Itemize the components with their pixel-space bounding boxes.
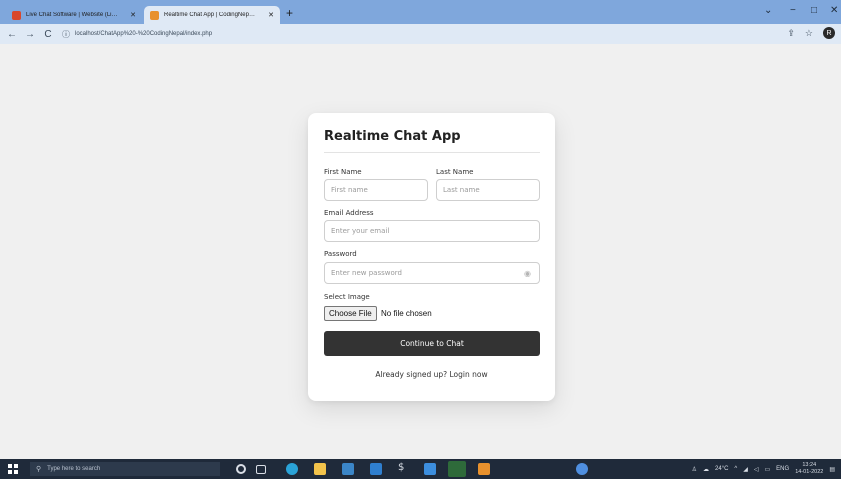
first-name-label: First Name xyxy=(324,168,362,176)
livechat-favicon-icon xyxy=(12,10,21,20)
clock-time: 13:24 xyxy=(802,462,817,468)
close-window-button[interactable]: ✕ xyxy=(830,5,838,16)
tab-close-icon[interactable]: ✕ xyxy=(130,11,136,19)
weather-cloud-icon: ☁ xyxy=(703,466,710,473)
battery-icon[interactable]: ▭ xyxy=(765,466,771,473)
password-label: Password xyxy=(324,250,357,258)
file-explorer-icon[interactable] xyxy=(314,463,326,475)
taskbar-clock[interactable]: 13:24 14-01-2022 xyxy=(795,462,823,476)
new-tab-button[interactable]: + xyxy=(286,6,293,20)
browser-tab-strip: Live Chat Software | Website (Li… ✕ Real… xyxy=(0,0,841,24)
taskbar-search-box[interactable]: ⚲ Type here to search xyxy=(30,462,220,476)
login-prompt: Already signed up? Login now xyxy=(308,370,555,379)
last-name-placeholder: Last name xyxy=(443,186,480,194)
address-url: localhost/ChatApp%20-%20CodingNepal/inde… xyxy=(75,31,213,37)
minimize-button[interactable]: − xyxy=(790,5,796,16)
chrome-icon[interactable] xyxy=(576,463,588,475)
toolbar-right-actions: ⇪ ☆ R xyxy=(787,27,835,39)
mail-icon[interactable] xyxy=(370,463,382,475)
choose-file-button[interactable]: Choose File xyxy=(324,306,377,321)
volume-icon[interactable]: ◁ xyxy=(754,466,759,473)
tab-search-dropdown-icon[interactable]: ⌄ xyxy=(764,5,772,16)
back-arrow-icon[interactable]: ← xyxy=(6,29,18,40)
notification-icon[interactable]: ▤ xyxy=(829,466,835,473)
select-image-label: Select Image xyxy=(324,293,370,301)
form-title: Realtime Chat App xyxy=(324,129,461,144)
language-indicator[interactable]: ENG xyxy=(776,466,789,472)
bookmark-star-icon[interactable]: ☆ xyxy=(805,28,813,39)
dollar-app-icon[interactable]: $ xyxy=(398,462,408,474)
tab-live-chat-software[interactable]: Live Chat Software | Website (Li… ✕ xyxy=(6,6,142,24)
windows-start-icon[interactable] xyxy=(8,464,18,474)
codingnepal-favicon-icon xyxy=(150,10,159,20)
store-icon[interactable] xyxy=(342,463,354,475)
forward-arrow-icon[interactable]: → xyxy=(24,29,36,40)
system-tray: ♙ ☁ 24°C ^ ◢ ◁ ▭ ENG 13:24 14-01-2022 ▤ xyxy=(692,459,835,479)
first-name-input[interactable]: First name xyxy=(324,179,428,201)
clock-date: 14-01-2022 xyxy=(795,469,824,475)
tray-chevron-icon[interactable]: ^ xyxy=(734,466,737,472)
tab-title: Realtime Chat App | CodingNep… xyxy=(164,12,255,18)
password-placeholder: Enter new password xyxy=(331,269,402,277)
login-now-link[interactable]: Login now xyxy=(449,370,487,379)
tab-close-icon[interactable]: ✕ xyxy=(268,11,274,19)
browser-toolbar: ← → C ⓘ localhost/ChatApp%20-%20CodingNe… xyxy=(0,24,841,44)
site-info-icon[interactable]: ⓘ xyxy=(62,29,70,40)
email-input[interactable]: Enter your email xyxy=(324,220,540,242)
signup-form-card: Realtime Chat App First Name First name … xyxy=(308,113,555,401)
search-icon: ⚲ xyxy=(36,466,42,473)
share-icon[interactable]: ⇪ xyxy=(787,28,795,39)
continue-to-chat-button[interactable]: Continue to Chat xyxy=(324,331,540,356)
weather-temp[interactable]: 24°C xyxy=(715,466,728,472)
address-bar[interactable]: ⓘ localhost/ChatApp%20-%20CodingNepal/in… xyxy=(62,27,752,41)
people-icon[interactable]: ♙ xyxy=(692,466,697,473)
cortana-icon[interactable] xyxy=(236,464,246,474)
show-password-eye-icon[interactable]: ◉ xyxy=(524,269,531,278)
vscode-icon[interactable] xyxy=(424,463,436,475)
title-divider xyxy=(324,152,540,153)
password-input[interactable]: Enter new password ◉ xyxy=(324,262,540,284)
email-label: Email Address xyxy=(324,209,374,217)
reload-icon[interactable]: C xyxy=(42,29,54,40)
sublime-icon[interactable] xyxy=(478,463,490,475)
profile-avatar[interactable]: R xyxy=(823,27,835,39)
email-placeholder: Enter your email xyxy=(331,227,390,235)
tab-realtime-chat-app[interactable]: Realtime Chat App | CodingNep… ✕ xyxy=(144,6,280,24)
windows-taskbar: ⚲ Type here to search $ ♙ ☁ 24°C ^ ◢ ◁ ▭… xyxy=(0,459,841,479)
taskbar-search-placeholder: Type here to search xyxy=(47,466,101,472)
file-status-text: No file chosen xyxy=(381,309,432,318)
tab-title: Live Chat Software | Website (Li… xyxy=(26,12,118,18)
page-viewport: Realtime Chat App First Name First name … xyxy=(0,44,841,459)
task-view-icon[interactable] xyxy=(256,465,266,474)
edge-browser-icon[interactable] xyxy=(286,463,298,475)
active-app-icon[interactable] xyxy=(448,461,466,477)
last-name-label: Last Name xyxy=(436,168,474,176)
first-name-placeholder: First name xyxy=(331,186,368,194)
last-name-input[interactable]: Last name xyxy=(436,179,540,201)
maximize-button[interactable]: □ xyxy=(811,5,817,16)
network-icon[interactable]: ◢ xyxy=(743,466,748,473)
login-prompt-text: Already signed up? xyxy=(375,370,448,379)
